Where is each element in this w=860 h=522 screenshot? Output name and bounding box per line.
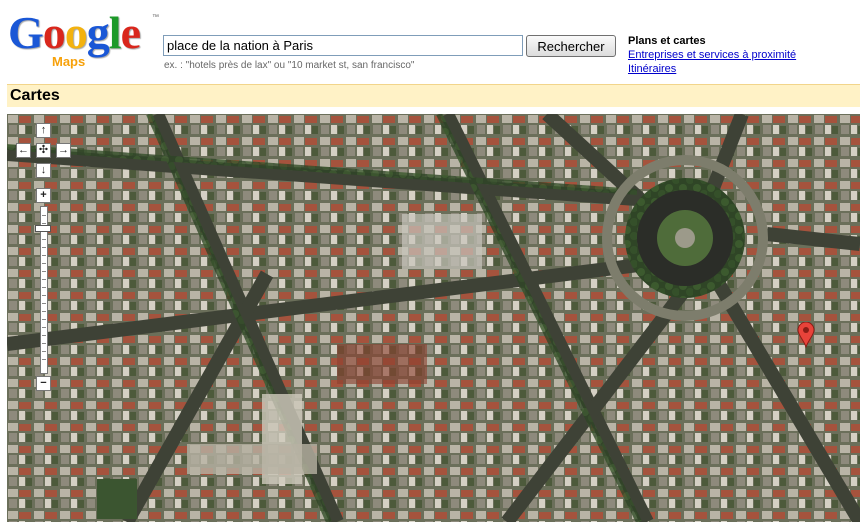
zoom-out-button[interactable]: −: [36, 376, 51, 391]
side-links: Plans et cartes Entreprises et services …: [628, 34, 796, 76]
logo-letter: o: [42, 7, 66, 58]
maps-heading: Plans et cartes: [628, 35, 706, 47]
pan-up-button[interactable]: ↑: [36, 123, 51, 138]
search-button[interactable]: Rechercher: [526, 35, 616, 57]
zoom-in-button[interactable]: +: [36, 188, 51, 203]
section-bar: Cartes: [7, 84, 860, 107]
logo-letter: e: [120, 7, 141, 58]
logo-letter: o: [64, 7, 88, 58]
logo-letter: l: [108, 7, 122, 58]
search-input[interactable]: [163, 35, 523, 56]
logo-letter: g: [86, 7, 110, 58]
location-marker-icon[interactable]: [797, 322, 815, 348]
pan-left-button[interactable]: ←: [16, 143, 31, 158]
maps-sublabel: Maps: [52, 54, 86, 69]
google-maps-logo[interactable]: Google ™ Maps: [8, 7, 159, 72]
google-wordmark: Google: [8, 7, 141, 58]
trademark: ™: [152, 14, 159, 21]
pan-right-button[interactable]: →: [56, 143, 71, 158]
logo-letter: G: [8, 7, 44, 58]
section-title: Cartes: [10, 87, 60, 104]
pan-down-button[interactable]: ↓: [36, 163, 51, 178]
satellite-imagery: [7, 114, 860, 522]
search-example-hint: ex. : "hotels près de lax" ou "10 market…: [164, 60, 415, 71]
satellite-map[interactable]: ↑ ← ✣ → ↓ + −: [7, 114, 860, 522]
pan-center-button[interactable]: ✣: [36, 143, 51, 158]
link-nearby-businesses[interactable]: Entreprises et services à proximité: [628, 48, 796, 62]
zoom-slider-thumb[interactable]: [35, 225, 51, 232]
link-directions[interactable]: Itinéraires: [628, 62, 796, 76]
